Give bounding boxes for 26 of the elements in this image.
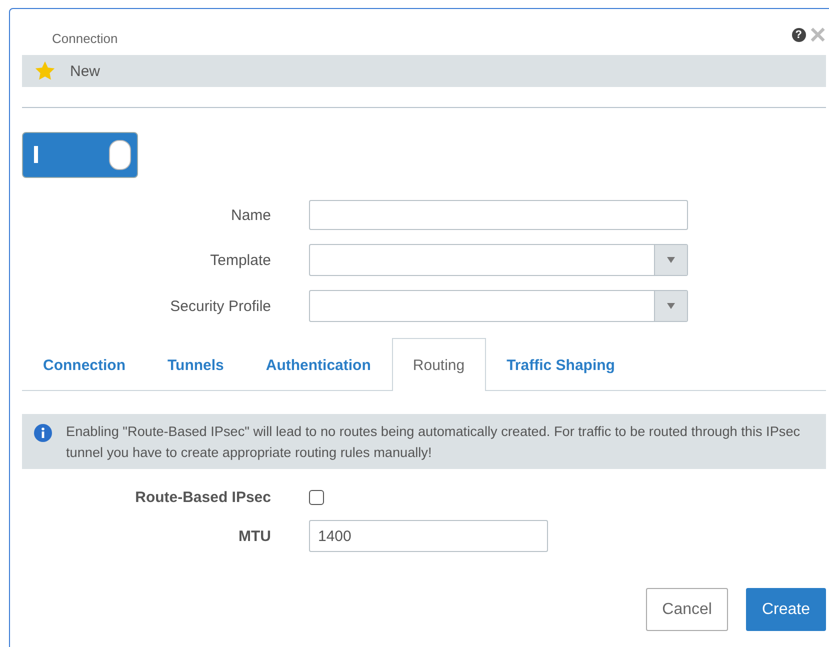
field-label: Name (230, 206, 271, 224)
caret-icon (667, 303, 675, 309)
dialog-title: Connection (52, 30, 118, 46)
info-icon (34, 424, 52, 442)
create-button[interactable]: Create (746, 588, 826, 631)
tab[interactable]: Traffic Shaping (486, 338, 636, 391)
tab[interactable]: Tunnels (146, 338, 245, 391)
caret-icon (667, 257, 675, 263)
checkbox[interactable] (309, 490, 324, 505)
tab[interactable]: Authentication (244, 338, 392, 391)
star-icon (34, 60, 56, 82)
field-label: Security Profile (169, 298, 271, 314)
field-label: Route-Based IPsec (134, 489, 271, 506)
field-label: MTU (238, 528, 271, 544)
mtu-field[interactable]: 1400 (309, 520, 548, 552)
tab[interactable]: Routing (392, 338, 486, 391)
cancel-button[interactable]: Cancel (646, 588, 728, 631)
dropdown-field[interactable] (309, 244, 688, 276)
header-label: New (70, 62, 100, 80)
dropdown-field[interactable] (309, 290, 688, 322)
toggle-switch[interactable] (22, 132, 138, 178)
info-text: Enabling "Route-Based IPsec" will lead to no routes being automatically created. For traffic to be routed through this IPsec tunnel you have to create appropriate routing rules manually! (66, 423, 802, 462)
help-icon[interactable]: ? (792, 28, 806, 42)
tab[interactable]: Connection (22, 338, 146, 391)
field-label: Template (209, 252, 271, 268)
text-field[interactable] (309, 200, 688, 230)
